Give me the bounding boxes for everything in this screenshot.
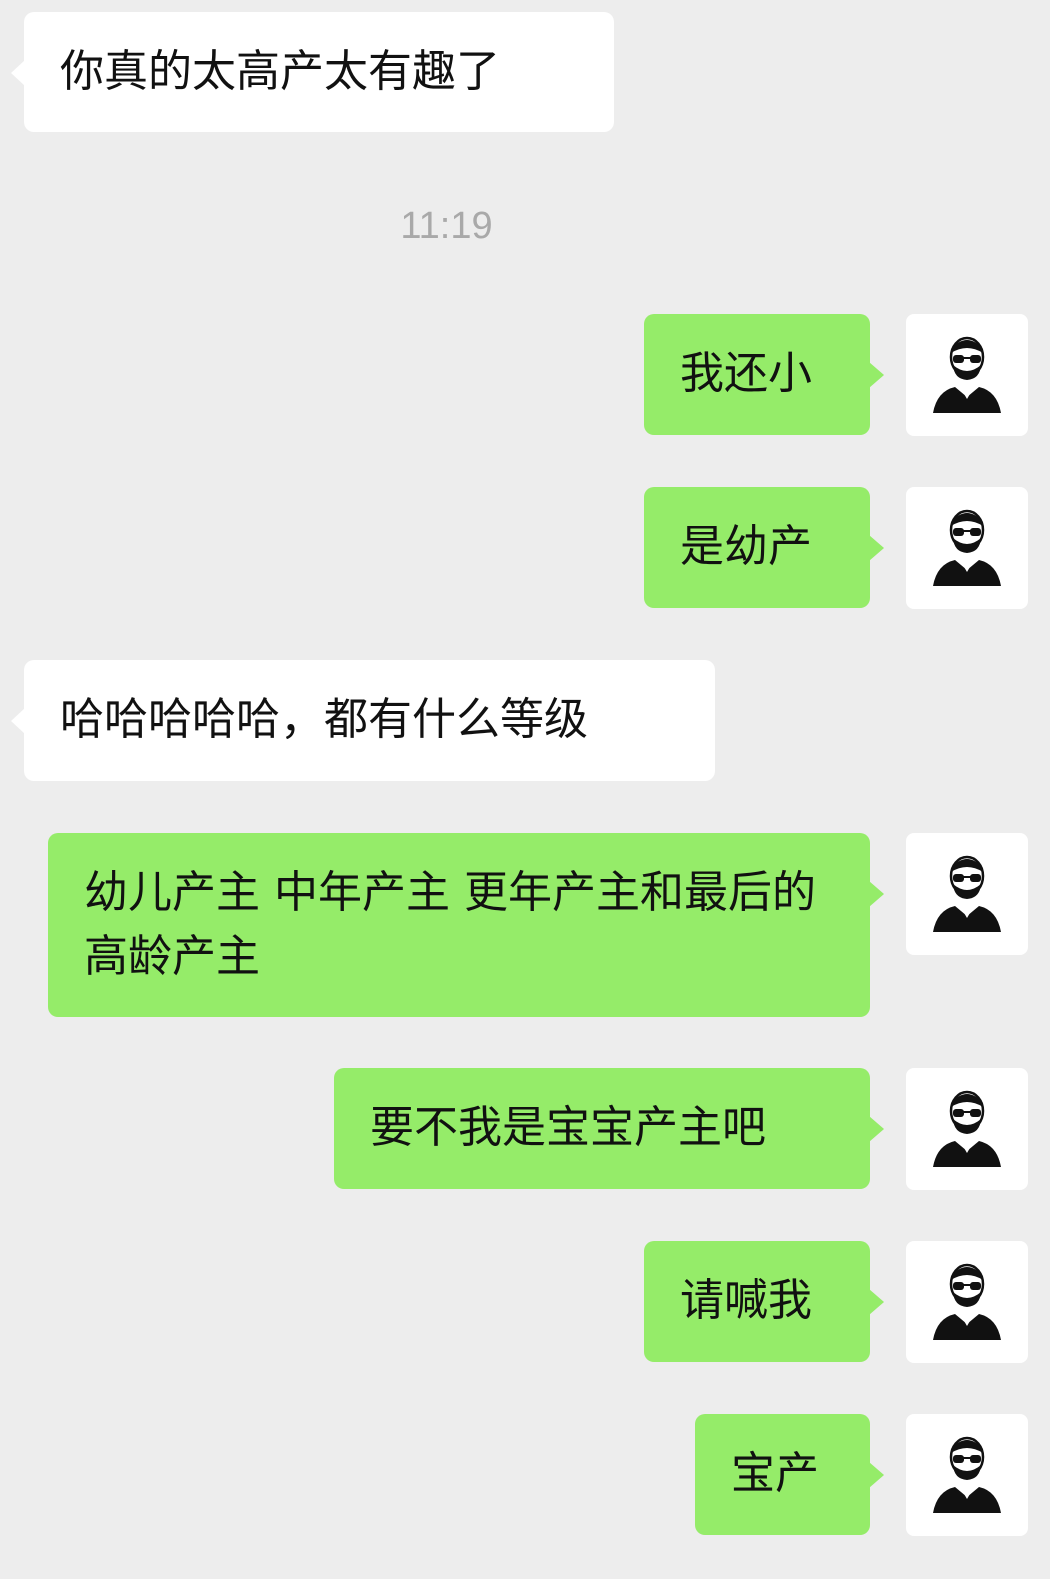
avatar[interactable] (906, 1414, 1028, 1536)
message-bubble-outgoing[interactable]: 请喊我 (644, 1241, 884, 1362)
timestamp: 11:19 (400, 205, 493, 247)
message-bubble-outgoing[interactable]: 是幼产 (644, 487, 884, 608)
bearded-man-sunglasses-icon (927, 1260, 1007, 1344)
message-bubble-outgoing[interactable]: 我还小 (644, 314, 884, 435)
bearded-man-sunglasses-icon (927, 506, 1007, 590)
message-bubble-incoming[interactable]: 哈哈哈哈哈，都有什么等级 (11, 660, 715, 781)
avatar[interactable] (906, 1068, 1028, 1190)
avatar[interactable] (906, 487, 1028, 609)
message-bubble-incoming[interactable]: 你真的太高产太有趣了 (11, 12, 614, 132)
avatar[interactable] (906, 1241, 1028, 1363)
message-bubble-outgoing[interactable]: 宝产 (695, 1414, 884, 1535)
bearded-man-sunglasses-icon (927, 852, 1007, 936)
avatar[interactable] (906, 833, 1028, 955)
avatar[interactable] (906, 314, 1028, 436)
bearded-man-sunglasses-icon (927, 1087, 1007, 1171)
bearded-man-sunglasses-icon (927, 333, 1007, 417)
message-bubble-outgoing[interactable]: 幼儿产主 中年产主 更年产主和最后的 高龄产主 (48, 833, 884, 1017)
message-bubble-outgoing[interactable]: 要不我是宝宝产主吧 (334, 1068, 884, 1189)
bearded-man-sunglasses-icon (927, 1433, 1007, 1517)
